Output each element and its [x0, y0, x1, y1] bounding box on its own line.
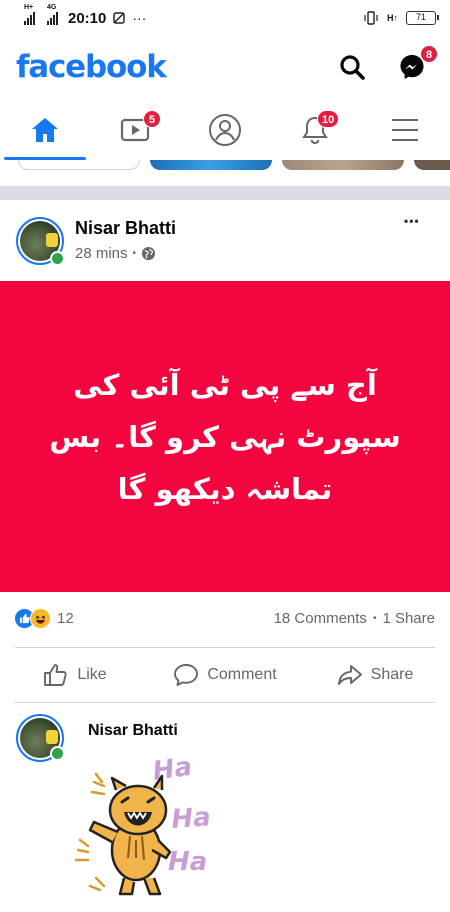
- meta-separator: •: [132, 248, 137, 259]
- online-status-dot: [50, 746, 65, 761]
- menu-icon: [392, 119, 418, 141]
- story-card[interactable]: [282, 160, 404, 170]
- comment-icon: [174, 664, 199, 686]
- post-text-line: تماشہ دیکھو گا: [117, 471, 333, 506]
- feed-separator: [0, 186, 450, 200]
- tab-notifications[interactable]: 10: [270, 100, 360, 160]
- post-options-button[interactable]: •••: [404, 214, 420, 228]
- comment-button[interactable]: Comment: [150, 662, 300, 688]
- signal-icon-2: 4G: [47, 4, 58, 25]
- globe-icon: [141, 246, 156, 261]
- stories-strip[interactable]: [0, 160, 450, 172]
- tab-profile[interactable]: [180, 100, 270, 160]
- battery-icon: 71: [406, 11, 439, 25]
- reaction-icons: [14, 608, 51, 629]
- more-status-icons: ···: [132, 10, 147, 26]
- comment-label: Comment: [207, 666, 277, 683]
- notification-muted-icon: [113, 12, 126, 24]
- header-actions: 8: [334, 45, 438, 85]
- story-card[interactable]: [414, 160, 450, 170]
- network-type-right: H↑: [387, 13, 398, 23]
- story-card[interactable]: [18, 160, 140, 170]
- online-status-dot: [50, 251, 65, 266]
- reactions-divider: [15, 647, 435, 648]
- engagement-separator: •: [372, 613, 377, 624]
- post-time[interactable]: 28 mins: [75, 245, 128, 262]
- tab-home[interactable]: [0, 100, 90, 160]
- facebook-logo[interactable]: facebook: [16, 49, 167, 85]
- post-text-line: آج سے پی ٹی آئی کی: [73, 367, 377, 402]
- like-icon: [44, 664, 67, 686]
- app-header: facebook 8: [0, 36, 450, 98]
- shares-count[interactable]: 1 Share: [382, 610, 435, 628]
- share-label: Share: [370, 666, 414, 683]
- clock: 20:10: [68, 9, 107, 27]
- engagement-summary: 18 Comments • 1 Share: [274, 610, 435, 628]
- status-right: H↑ 71: [363, 11, 439, 25]
- haha-reaction-icon: [30, 608, 51, 629]
- post-author-name[interactable]: Nisar Bhatti: [75, 218, 176, 239]
- search-icon: [340, 55, 365, 80]
- reactions-summary[interactable]: 12: [14, 608, 74, 629]
- post-text-line: سپورٹ نہی کرو گا۔ بس: [49, 419, 401, 454]
- status-left: H+ 4G 20:10 ···: [24, 4, 147, 27]
- post-meta: 28 mins •: [75, 245, 156, 262]
- post-actions: Like Comment Share: [0, 650, 450, 700]
- profile-icon: [209, 114, 241, 146]
- sticker-ha-2: Ha: [170, 802, 211, 835]
- tab-menu[interactable]: [360, 100, 450, 160]
- like-button[interactable]: Like: [0, 662, 150, 688]
- tab-watch[interactable]: 5: [90, 100, 180, 160]
- main-nav: 5 10: [0, 100, 450, 160]
- post-text-background[interactable]: آج سے پی ٹی آئی کی سپورٹ نہی کرو گا۔ بس …: [0, 281, 450, 592]
- actions-divider: [15, 702, 435, 703]
- vibrate-icon: [364, 11, 378, 25]
- network-type-label-2: 4G: [47, 4, 57, 11]
- share-button[interactable]: Share: [300, 662, 450, 688]
- signal-icon: H+: [24, 4, 35, 25]
- comments-count[interactable]: 18 Comments: [274, 610, 367, 628]
- home-icon: [32, 118, 58, 142]
- comment-author-name[interactable]: Nisar Bhatti: [88, 722, 178, 740]
- network-type-label: H+: [24, 4, 34, 11]
- watch-badge: 5: [143, 110, 161, 128]
- share-icon: [337, 665, 362, 685]
- notifications-badge: 10: [317, 110, 340, 128]
- status-bar: H+ 4G 20:10 ··· H↑ 71: [0, 0, 450, 36]
- messenger-button[interactable]: 8: [394, 45, 438, 85]
- messenger-badge: 8: [420, 45, 438, 63]
- search-button[interactable]: [334, 49, 370, 85]
- reaction-count: 12: [57, 610, 74, 627]
- post-text: آج سے پی ٹی آئی کی سپورٹ نہی کرو گا۔ بس …: [45, 359, 405, 515]
- like-label: Like: [77, 666, 107, 683]
- story-card[interactable]: [150, 160, 272, 170]
- sticker-ha-3: Ha: [168, 847, 207, 877]
- laughing-sticker[interactable]: Ha Ha Ha: [72, 752, 222, 900]
